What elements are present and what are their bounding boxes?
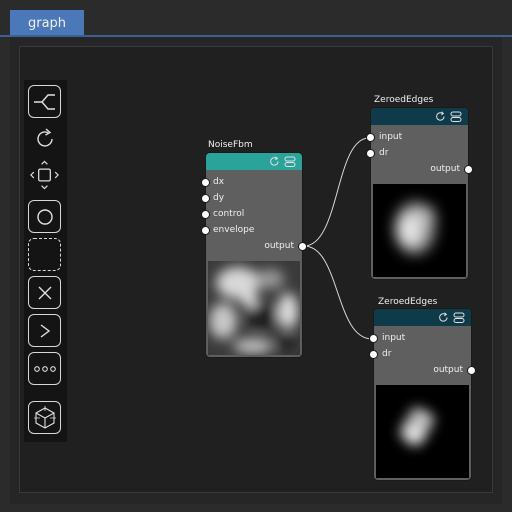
node-title-noisefbm: NoiseFbm <box>208 140 253 150</box>
port-label: control <box>213 209 245 219</box>
port-label: input <box>382 333 406 343</box>
wire-noise-to-zeroed2 <box>303 245 373 340</box>
node-header-icons[interactable] <box>435 111 463 122</box>
port-input-input[interactable] <box>369 334 378 343</box>
node-title-zeroededges: ZeroedEdges <box>374 95 434 105</box>
port-input-control[interactable] <box>201 210 210 219</box>
zeroed-preview-image <box>373 184 466 277</box>
node-header-icons[interactable] <box>438 312 466 323</box>
node-header <box>374 309 471 326</box>
node-noisefbm[interactable]: dx dy control envelope output <box>201 153 307 357</box>
port-label: output <box>264 241 294 251</box>
port-output[interactable] <box>467 366 476 375</box>
node-title-zeroededges: ZeroedEdges <box>378 297 438 307</box>
port-label: envelope <box>213 225 255 235</box>
node-zeroededges-2[interactable]: input dr output <box>369 309 476 480</box>
port-input-dy[interactable] <box>201 194 210 203</box>
node-header <box>206 153 302 170</box>
port-label: dr <box>382 349 392 359</box>
port-input-dr[interactable] <box>366 149 375 158</box>
port-label: dr <box>379 148 389 158</box>
port-label: output <box>430 164 460 174</box>
port-label: output <box>433 365 463 375</box>
node-header-icons[interactable] <box>269 156 297 167</box>
port-output[interactable] <box>298 242 307 251</box>
port-input-dr[interactable] <box>369 350 378 359</box>
node-header <box>371 108 468 125</box>
noise-preview-image <box>208 261 300 355</box>
port-input-envelope[interactable] <box>201 226 210 235</box>
port-label: dx <box>213 177 225 187</box>
wire-noise-to-zeroed1 <box>303 137 370 247</box>
port-label: dy <box>213 193 225 203</box>
zeroed-preview-image <box>376 385 469 478</box>
port-input-input[interactable] <box>366 133 375 142</box>
port-label: input <box>379 132 403 142</box>
node-zeroededges-1[interactable]: input dr output <box>366 108 473 279</box>
port-input-dx[interactable] <box>201 178 210 187</box>
port-output[interactable] <box>464 165 473 174</box>
